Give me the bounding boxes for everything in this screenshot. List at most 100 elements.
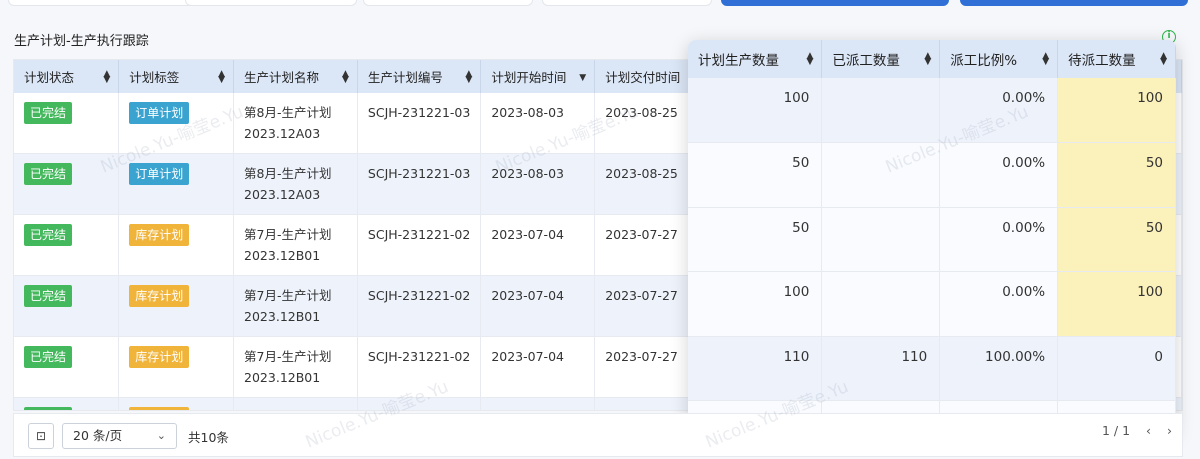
cell-start-time: 2023-08-03	[480, 153, 596, 215]
col-header-label[interactable]: 计划标签 ▲ ▼	[118, 60, 235, 93]
col-header-status[interactable]: 计划状态 ▲ ▼	[14, 60, 120, 93]
cell-start-time: 2023-07-04	[480, 275, 596, 337]
cell-dispatch-ratio: 0.00%	[939, 207, 1059, 272]
col-header-plan-code[interactable]: 生产计划编号 ▲ ▼	[357, 60, 482, 93]
col-header-label: 已派工数量	[832, 53, 900, 69]
plan-name-line: 第8月-生产计划	[244, 105, 332, 120]
cell-label: 库存计划	[118, 397, 235, 410]
top-action-button-1[interactable]	[721, 0, 949, 6]
cell-planned-qty: 100	[688, 271, 823, 337]
cell-plan-name: 第7月-生产计划2023.12B01	[233, 275, 358, 337]
status-badge: 已完结	[24, 285, 73, 307]
cell-label: 库存计划	[118, 214, 235, 276]
dispatch-quantity-table: 计划生产数量 ▲ ▼ 已派工数量 ▲ ▼ 派工比例% ▲ ▼ 待派工数量 ▲ ▼ 100 0.00…	[688, 40, 1176, 435]
plan-label-badge: 库存计划	[129, 407, 190, 410]
prev-page-icon[interactable]: ‹	[1146, 423, 1151, 438]
sort-icon[interactable]: ▲ ▼	[103, 70, 110, 85]
sort-icon[interactable]: ▲ ▼	[465, 70, 472, 85]
cell-dispatched-qty: 110	[821, 336, 941, 401]
col-header-planned-qty[interactable]: 计划生产数量 ▲ ▼	[688, 40, 823, 78]
sort-icon[interactable]: ▲ ▼	[218, 70, 225, 85]
pagination-bar: ⊡ 20 条/页 ⌄ 共10条 1 / 1 ‹ ›	[13, 413, 1183, 457]
table-row[interactable]: 100 0.00% 100	[688, 271, 1176, 337]
table-row[interactable]: 50 0.00% 50	[688, 207, 1176, 272]
col-header-label: 待派工数量	[1068, 53, 1136, 69]
sort-icon[interactable]: ▲ ▼	[342, 70, 349, 85]
cell-status: 已完结	[14, 397, 120, 410]
sort-icon[interactable]: ▲ ▼	[806, 52, 813, 67]
col-header-label: 计划生产数量	[698, 53, 779, 69]
col-header-label: 计划交付时间	[605, 70, 681, 85]
cell-plan-code: SCJH-231221-02	[357, 336, 482, 398]
plan-name-line: 2023.12B01	[244, 309, 321, 324]
cell-status: 已完结	[14, 153, 120, 215]
next-page-icon[interactable]: ›	[1167, 423, 1172, 438]
total-count: 共10条	[188, 430, 229, 445]
cell-dispatch-ratio: 0.00%	[939, 78, 1059, 143]
col-header-plan-name[interactable]: 生产计划名称 ▲ ▼	[233, 60, 358, 93]
cell-start-time: 2023-07-04	[480, 397, 596, 410]
plan-label-badge: 库存计划	[129, 285, 190, 307]
plan-label-badge: 库存计划	[129, 224, 190, 246]
sort-icon[interactable]: ▲ ▼	[924, 52, 931, 67]
status-badge: 已完结	[24, 102, 73, 124]
cell-status: 已完结	[14, 275, 120, 337]
cell-plan-code: SCJH-231221-02	[357, 275, 482, 337]
top-action-button-2[interactable]	[960, 0, 1188, 6]
plan-name-line: 2023.12A03	[244, 126, 321, 141]
col-header-dispatch-ratio[interactable]: 派工比例% ▲ ▼	[939, 40, 1059, 78]
page-size-value: 20 条/页	[73, 428, 123, 443]
cell-status: 已完结	[14, 214, 120, 276]
top-card-3[interactable]	[363, 0, 533, 6]
cell-plan-name: 第7月-生产计划2023.12B01	[233, 336, 358, 398]
cell-plan-name: 第8月-生产计划 2023.12A03	[233, 153, 358, 215]
plan-label-badge: 订单计划	[129, 102, 190, 124]
cell-dispatched-qty	[821, 271, 941, 337]
cell-dispatch-ratio: 0.00%	[939, 142, 1059, 208]
cell-start-time: 2023-08-03	[480, 93, 596, 154]
panel-title: 生产计划-生产执行跟踪	[14, 34, 149, 49]
cell-dispatch-ratio: 100.00%	[939, 336, 1059, 401]
col-header-label: 派工比例%	[950, 53, 1018, 69]
plan-name-line: 2023.12A03	[244, 187, 321, 202]
plan-name-line: 第8月-生产计划	[244, 166, 332, 181]
cell-label: 库存计划	[118, 275, 235, 337]
page-size-select[interactable]: 20 条/页 ⌄	[62, 423, 177, 449]
sort-desc-icon[interactable]: ▼	[579, 73, 586, 83]
table-row[interactable]: 50 0.00% 50	[688, 142, 1176, 208]
col-header-dispatched-qty[interactable]: 已派工数量 ▲ ▼	[821, 40, 941, 78]
plan-name-line: 第7月-生产计划	[244, 407, 347, 410]
sort-icon[interactable]: ▲ ▼	[1160, 52, 1167, 67]
cell-start-time: 2023-07-04	[480, 336, 596, 398]
col-header-pending-qty[interactable]: 待派工数量 ▲ ▼	[1057, 40, 1176, 78]
col-header-label: 生产计划名称	[244, 70, 320, 85]
quantity-detail-popover: 计划生产数量 ▲ ▼ 已派工数量 ▲ ▼ 派工比例% ▲ ▼ 待派工数量 ▲ ▼ 100 0.00…	[688, 40, 1176, 435]
top-card-strip	[0, 0, 1200, 8]
cell-planned-qty: 50	[688, 142, 823, 208]
plan-name-line: 2023.12B01	[244, 248, 321, 263]
cell-plan-code: SCJH-231221-02	[357, 397, 482, 410]
cell-planned-qty: 50	[688, 207, 823, 272]
col-header-label: 计划状态	[24, 70, 75, 85]
status-badge: 已完结	[24, 163, 73, 185]
column-settings-icon[interactable]: ⊡	[28, 423, 54, 449]
col-header-start-time[interactable]: 计划开始时间 ▼	[480, 60, 596, 93]
cell-dispatch-ratio: 0.00%	[939, 271, 1059, 337]
top-card-4[interactable]	[542, 0, 712, 6]
status-badge: 已完结	[24, 224, 73, 246]
table-row[interactable]: 110110100.00%0	[688, 336, 1176, 401]
cell-pending-qty: 50	[1057, 207, 1176, 272]
table-row[interactable]: 100 0.00% 100	[688, 78, 1176, 143]
col-header-label: 计划标签	[129, 70, 180, 85]
cell-label: 库存计划	[118, 336, 235, 398]
cell-label: 订单计划	[118, 153, 235, 215]
top-card-2[interactable]	[185, 0, 357, 6]
plan-label-badge: 库存计划	[129, 346, 190, 368]
pager: 1 / 1 ‹ ›	[1090, 423, 1172, 449]
cell-planned-qty: 110	[688, 336, 823, 401]
cell-plan-name: 第7月-生产计划2023.12B01	[233, 397, 358, 410]
cell-status: 已完结	[14, 93, 120, 154]
sort-icon[interactable]: ▲ ▼	[1042, 52, 1049, 67]
cell-plan-code: SCJH-231221-02	[357, 214, 482, 276]
cell-planned-qty: 100	[688, 78, 823, 143]
